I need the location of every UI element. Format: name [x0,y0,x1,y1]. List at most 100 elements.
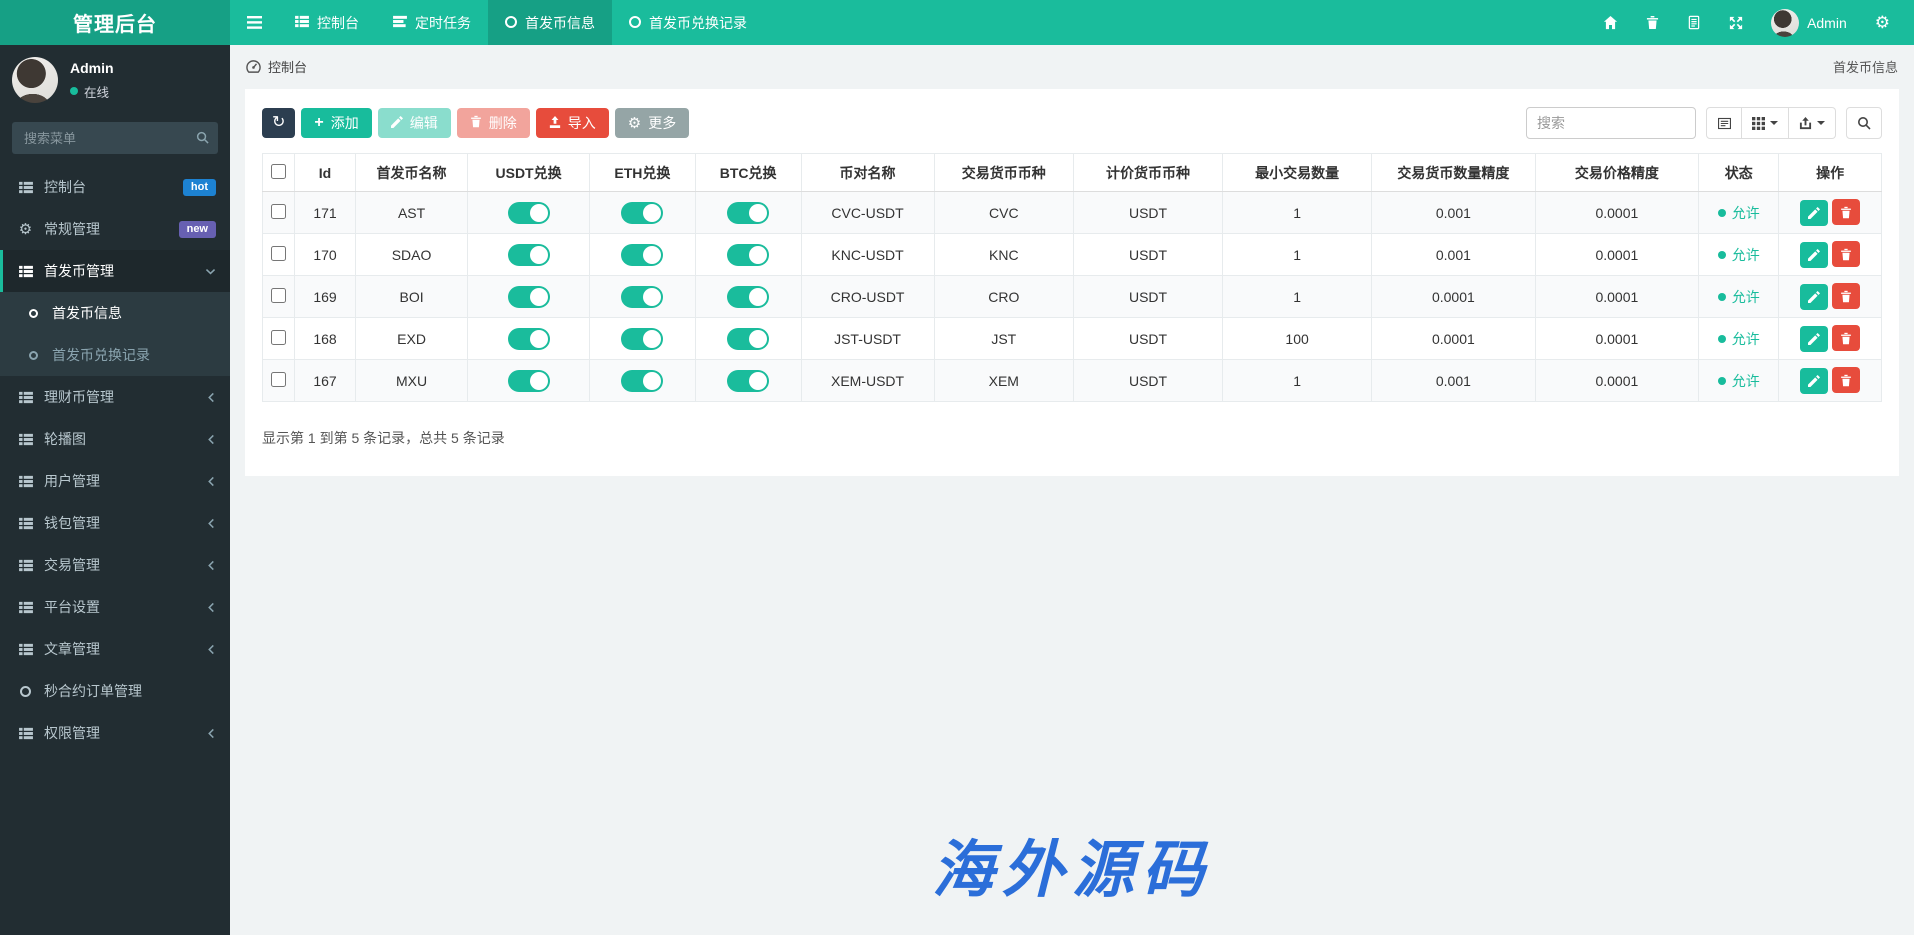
column-header: 操作 [1779,154,1882,192]
chevron-left-icon [207,728,216,739]
row-checkbox[interactable] [271,372,286,387]
sidebar-item-carousel[interactable]: 轮播图 [0,418,230,460]
edit-row-button[interactable] [1800,326,1828,352]
column-header: 币对名称 [801,154,934,192]
usdt-exchange-toggle[interactable] [508,202,550,224]
sidebar-item-label: 权限管理 [44,723,100,743]
sidebar-user-panel: Admin 在线 [0,45,230,113]
table-summary: 显示第 1 到第 5 条记录，总共 5 条记录 [262,428,1882,448]
settings-button[interactable]: ⚙ [1861,0,1904,45]
min-trade-amount: 1 [1223,360,1372,402]
columns-button[interactable] [1742,107,1789,139]
row-checkbox[interactable] [271,330,286,345]
badge-new: new [179,221,216,238]
row-checkbox[interactable] [271,246,286,261]
sidebar-item-users[interactable]: 用户管理 [0,460,230,502]
document-icon [1687,15,1701,30]
select-all-checkbox[interactable] [271,164,286,179]
sidebar-item-permission[interactable]: 权限管理 [0,712,230,754]
eth-exchange-toggle[interactable] [621,328,663,350]
sidebar-item-platform[interactable]: 平台设置 [0,586,230,628]
sidebar-item-launch-coin-info[interactable]: 首发币信息 [0,292,230,334]
detail-view-button[interactable] [1706,107,1742,139]
th-list-icon [18,265,33,278]
eth-exchange-toggle[interactable] [621,244,663,266]
edit-row-button[interactable] [1800,200,1828,226]
row-checkbox[interactable] [271,288,286,303]
sidebar-item-wealth-coin[interactable]: 理财币管理 [0,376,230,418]
delete-row-button[interactable] [1832,199,1860,225]
sidebar-item-general[interactable]: ⚙常规管理new [0,208,230,250]
delete-row-button[interactable] [1832,283,1860,309]
sidebar-item-launch-coin[interactable]: 首发币管理 [0,250,230,292]
btc-exchange-cell [695,192,801,234]
fullscreen-button[interactable] [1715,0,1757,45]
eth-exchange-toggle[interactable] [621,202,663,224]
eth-exchange-toggle[interactable] [621,286,663,308]
th-list-icon [18,727,33,740]
sidebar-item-label: 轮播图 [44,429,86,449]
table-panel: ↻+添加编辑删除导入⚙更多 [245,89,1899,476]
top-navbar: 管理后台 控制台定时任务首发币信息首发币兑换记录 [0,0,1914,45]
nav-tab-cron-task[interactable]: 定时任务 [376,0,488,45]
edit-row-button[interactable] [1800,284,1828,310]
pair-name: CRO-USDT [801,276,934,318]
delete-row-button[interactable] [1832,325,1860,351]
eth-exchange-toggle[interactable] [621,370,663,392]
log-button[interactable] [1673,0,1715,45]
amount-precision: 0.001 [1372,234,1536,276]
table-row: 169BOICRO-USDTCROUSDT10.00010.0001允许 [263,276,1882,318]
amount-precision: 0.001 [1372,192,1536,234]
circle-icon [18,686,33,697]
delete-row-button[interactable] [1832,367,1860,393]
more-button[interactable]: ⚙更多 [615,108,689,138]
nav-tab-console[interactable]: 控制台 [278,0,376,45]
btc-exchange-toggle[interactable] [727,286,769,308]
breadcrumb-current[interactable]: 控制台 [268,57,307,76]
usdt-exchange-toggle[interactable] [508,244,550,266]
sidebar-item-trade[interactable]: 交易管理 [0,544,230,586]
refresh-button[interactable]: ↻ [262,108,295,138]
user-menu[interactable]: Admin [1757,9,1861,37]
row-id: 169 [295,276,356,318]
gears-icon: ⚙ [1875,14,1890,31]
search-button[interactable] [1846,107,1882,139]
status-badge: 允许 [1718,329,1760,349]
button-label: 导入 [568,113,596,133]
usdt-exchange-toggle[interactable] [508,286,550,308]
row-checkbox[interactable] [271,204,286,219]
edit-row-button[interactable] [1800,368,1828,394]
usdt-exchange-toggle[interactable] [508,370,550,392]
gears-icon: ⚙ [18,220,33,238]
sidebar-item-launch-coin-exchange[interactable]: 首发币兑换记录 [0,334,230,376]
th-list-icon [18,601,33,614]
row-select-cell [263,276,295,318]
import-button[interactable]: 导入 [536,108,609,138]
th-list-icon [18,391,33,404]
sidebar-item-article[interactable]: 文章管理 [0,628,230,670]
nav-tab-coin-exchange[interactable]: 首发币兑换记录 [612,0,764,45]
table-search-input[interactable] [1526,107,1696,139]
table-header-row: Id首发币名称USDT兑换ETH兑换BTC兑换币对名称交易货币币种计价货币币种最… [263,154,1882,192]
export-button[interactable] [1789,107,1836,139]
sidebar-item-seconds-order[interactable]: 秒合约订单管理 [0,670,230,712]
btc-exchange-toggle[interactable] [727,202,769,224]
delete-row-button[interactable] [1832,241,1860,267]
edit-row-button[interactable] [1800,242,1828,268]
home-button[interactable] [1589,0,1632,45]
add-button[interactable]: +添加 [301,108,371,138]
eth-exchange-cell [589,360,695,402]
navbar-tabs: 控制台定时任务首发币信息首发币兑换记录 [278,0,764,45]
sidebar-search-input[interactable] [12,122,218,154]
sidebar-toggle-button[interactable] [230,0,278,45]
status-dot-icon [1718,251,1726,259]
sidebar-item-wallet[interactable]: 钱包管理 [0,502,230,544]
usdt-exchange-toggle[interactable] [508,328,550,350]
breadcrumb-page: 首发币信息 [1833,57,1898,76]
sidebar-item-console[interactable]: 控制台hot [0,166,230,208]
nav-tab-coin-info[interactable]: 首发币信息 [488,0,612,45]
clear-cache-button[interactable] [1632,0,1673,45]
btc-exchange-toggle[interactable] [727,328,769,350]
btc-exchange-toggle[interactable] [727,244,769,266]
btc-exchange-toggle[interactable] [727,370,769,392]
